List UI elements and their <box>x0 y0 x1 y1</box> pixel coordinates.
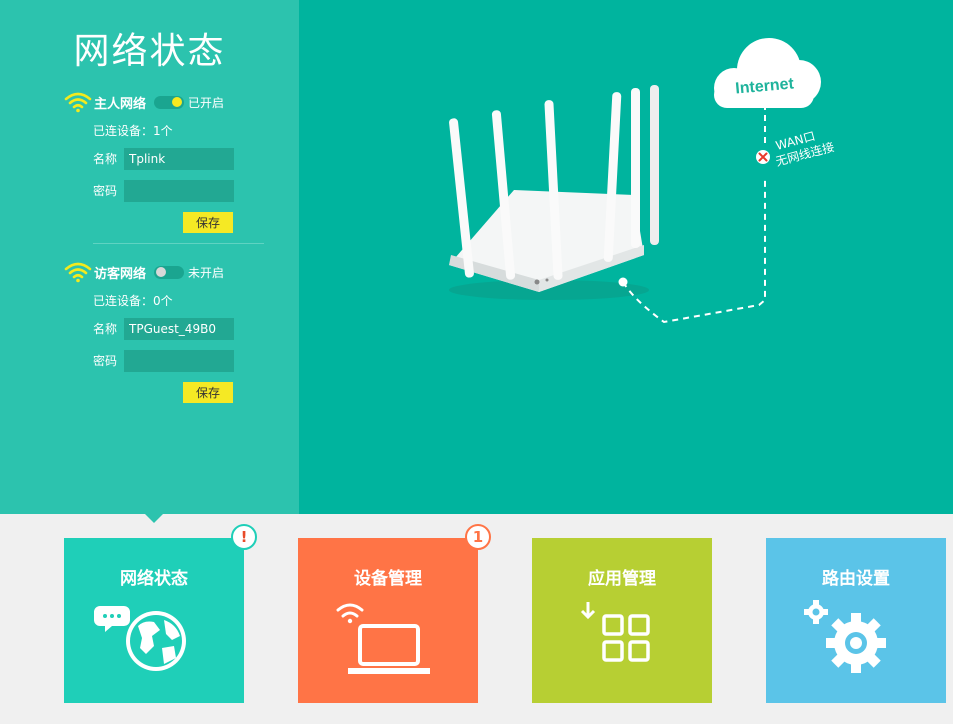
guest-network-toggle[interactable] <box>154 265 185 279</box>
nav-tile-label: 路由设置 <box>822 569 890 589</box>
topology-diagram: Internet WAN口 无网线连接 <box>449 38 836 324</box>
cable-dashed-line <box>622 180 766 324</box>
guest-network-status: 未开启 <box>188 265 225 280</box>
wifi-icon <box>64 92 92 113</box>
topology-area: Internet WAN口 无网线连接 <box>299 0 953 514</box>
main-network-toggle[interactable] <box>154 95 185 109</box>
globe-chat-icon <box>94 606 186 671</box>
internet-cloud-icon <box>714 38 821 108</box>
network-panel: 网络状态 主人网络 已开启 已连设备：1个 名称 密码 保存 访客网络 未开启 … <box>0 0 299 514</box>
alert-badge: ! <box>231 524 257 550</box>
guest-password-input[interactable] <box>124 350 234 372</box>
main-ssid-input[interactable] <box>124 148 234 170</box>
count-badge: 1 <box>465 524 491 550</box>
guest-name-label: 名称 <box>93 322 118 336</box>
divider <box>93 243 264 244</box>
nav-tile-label: 网络状态 <box>120 569 188 589</box>
nav-tile-label: 设备管理 <box>354 569 422 589</box>
nav-tile-device-management[interactable]: 1 设备管理 <box>298 524 491 703</box>
active-tab-pointer <box>145 514 163 523</box>
guest-connected-devices: 已连设备：0个 <box>93 294 173 308</box>
guest-save-button[interactable]: 保存 <box>183 382 233 403</box>
page-title: 网络状态 <box>73 31 226 72</box>
guest-network-header: 访客网络 未开启 <box>64 260 224 284</box>
laptop-wifi-icon <box>336 603 430 674</box>
main-network-status: 已开启 <box>188 95 225 110</box>
main-connected-devices: 已连设备：1个 <box>93 124 173 138</box>
main-save-button[interactable]: 保存 <box>183 212 233 233</box>
guest-ssid-input[interactable] <box>124 318 234 340</box>
nav-tile-label: 应用管理 <box>588 569 656 589</box>
router-illustration <box>449 85 659 300</box>
main-network-name: 主人网络 <box>94 96 147 112</box>
main-name-label: 名称 <box>93 152 118 166</box>
main-password-label: 密码 <box>93 184 118 198</box>
nav-tile-network-status[interactable]: ! 网络状态 <box>64 524 257 703</box>
wifi-icon <box>64 262 92 283</box>
gears-icon <box>804 600 886 673</box>
nav-tile-app-management[interactable]: 应用管理 <box>532 538 712 703</box>
app-grid-icon <box>580 602 650 662</box>
guest-password-label: 密码 <box>93 354 118 368</box>
nav-tile-router-settings[interactable]: 路由设置 <box>766 538 946 703</box>
guest-network-name: 访客网络 <box>94 266 147 282</box>
main-network-header: 主人网络 已开启 <box>64 90 224 114</box>
main-password-input[interactable] <box>124 180 234 202</box>
